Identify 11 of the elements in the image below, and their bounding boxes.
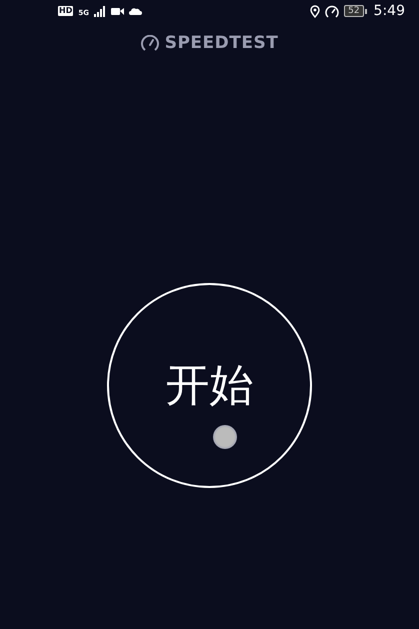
touch-indicator [213,425,237,449]
video-camera-icon [110,6,124,16]
hd-badge: HD [58,6,74,16]
battery-icon: 52 [344,5,367,17]
app-title: SPEEDTEST [164,33,278,53]
gauge-icon [140,35,159,51]
clock-time: 5:49 [374,3,405,19]
signal-icon [94,6,106,16]
cloud-icon [128,7,142,15]
gauge-icon [325,4,340,18]
location-icon [310,4,320,18]
